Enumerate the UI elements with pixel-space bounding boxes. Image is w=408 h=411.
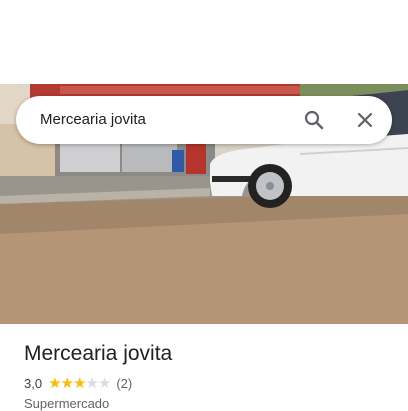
search-icon[interactable] xyxy=(302,108,326,132)
star-icon: ★ xyxy=(85,375,98,392)
search-input[interactable]: Mercearia jovita xyxy=(40,96,146,144)
place-category: Supermercado xyxy=(24,396,110,411)
rating-stars: ★ ★ ★ ★ ★ xyxy=(48,375,111,392)
rating-value: 3,0 xyxy=(24,376,43,391)
star-icon: ★ xyxy=(60,375,74,392)
top-blank-area xyxy=(0,0,408,84)
star-icon: ★ xyxy=(97,375,111,392)
review-count[interactable]: (2) xyxy=(116,376,132,391)
search-bar[interactable]: Mercearia jovita xyxy=(16,96,392,144)
star-icon: ★ xyxy=(48,375,61,392)
close-icon[interactable] xyxy=(353,108,377,132)
star-icon: ★ xyxy=(72,375,86,392)
rating-row[interactable]: 3,0 ★ ★ ★ ★ ★ (2) xyxy=(24,376,132,391)
place-title: Mercearia jovita xyxy=(24,342,173,365)
place-info-card[interactable]: Mercearia jovita 3,0 ★ ★ ★ ★ ★ (2) Supermerc… xyxy=(0,324,408,411)
